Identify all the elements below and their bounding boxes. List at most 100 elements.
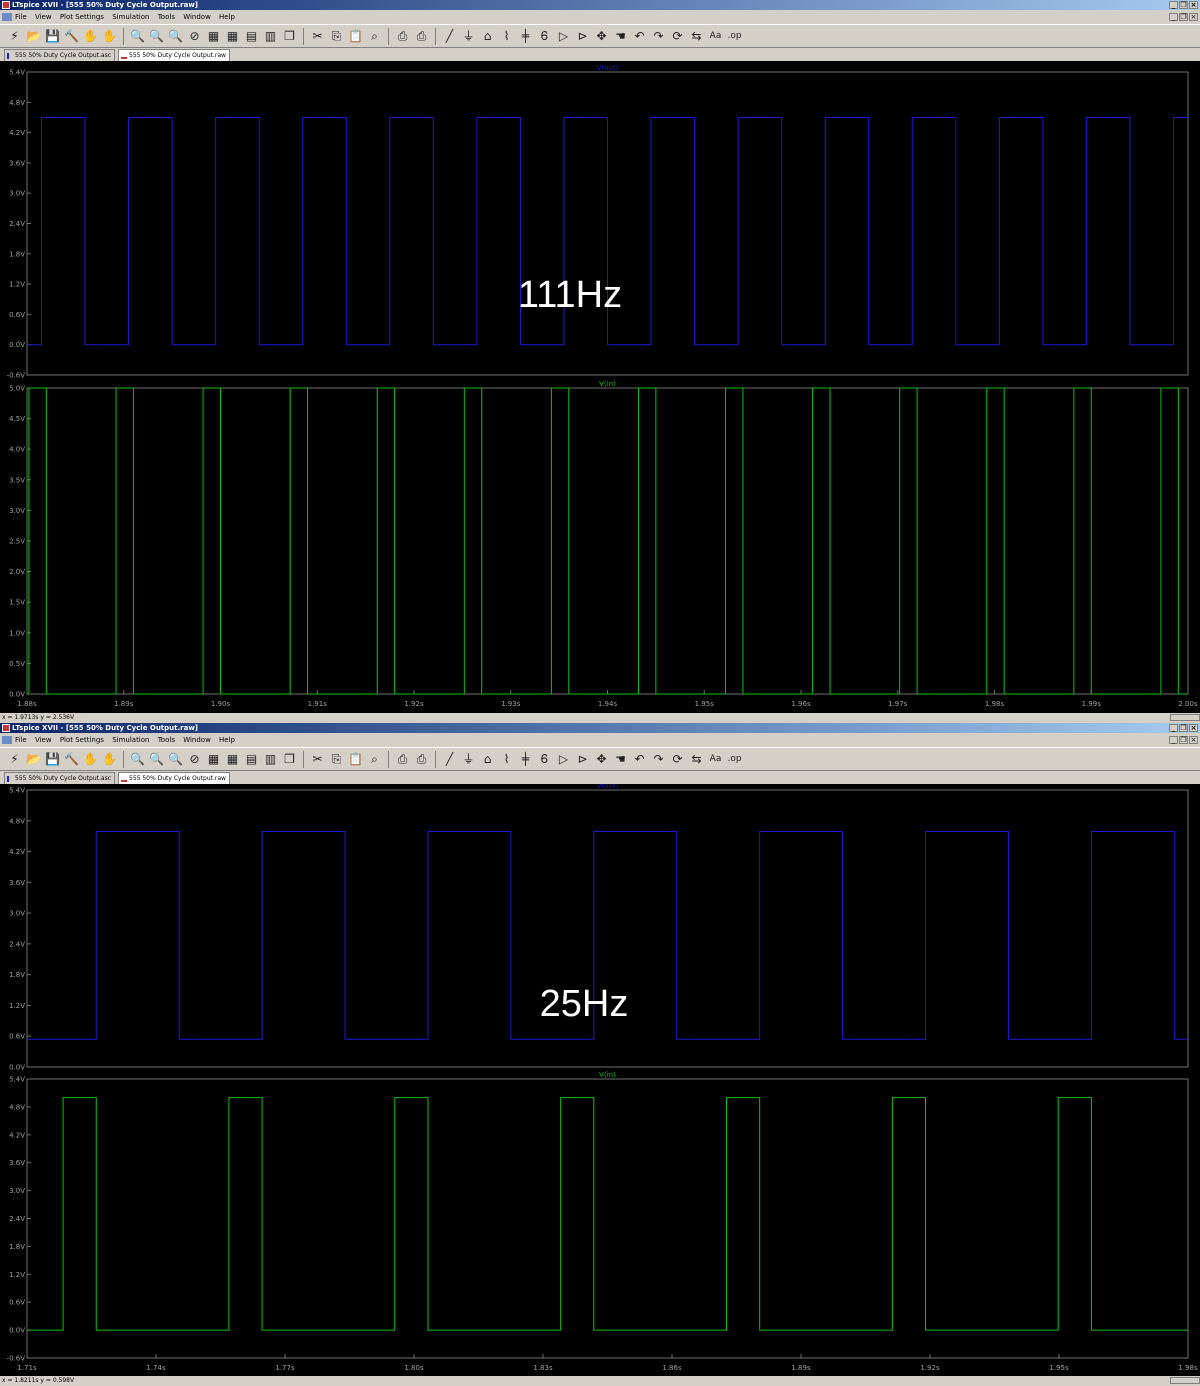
print-icon[interactable]: ⎙ bbox=[394, 28, 411, 45]
zoom-out-icon[interactable]: 🔍 bbox=[148, 751, 165, 768]
wire-icon[interactable]: ╱ bbox=[441, 28, 458, 45]
resistor-icon[interactable]: ⌇ bbox=[498, 751, 515, 768]
copy-icon[interactable]: ⎘ bbox=[328, 28, 345, 45]
spice-directive-icon[interactable]: .op bbox=[726, 751, 743, 768]
menu-simulation[interactable]: Simulation bbox=[112, 13, 149, 21]
find-icon[interactable]: ⌕ bbox=[366, 28, 383, 45]
ground-icon[interactable]: ⏚ bbox=[460, 28, 477, 45]
move-icon[interactable]: ✥ bbox=[593, 28, 610, 45]
autorange-icon[interactable]: ▦ bbox=[205, 751, 222, 768]
waveform-canvas[interactable]: 5.4V 4.8V 4.2V 3.6V 3.0V 2.4V 1.8V 1.2V 0.6V 0.0V… bbox=[0, 784, 1200, 1376]
capacitor-icon[interactable]: ╪ bbox=[517, 28, 534, 45]
restore-button[interactable]: ❐ bbox=[1179, 1, 1188, 9]
tab-waveform[interactable]: 555 50% Duty Cycle Output.raw bbox=[118, 49, 230, 61]
pan-icon[interactable]: ✋ bbox=[101, 28, 118, 45]
doc-close-button[interactable]: × bbox=[1189, 13, 1198, 21]
redo-icon[interactable]: ↷ bbox=[650, 751, 667, 768]
open-icon[interactable]: 📂 bbox=[25, 28, 42, 45]
tab-waveform[interactable]: 555 50% Duty Cycle Output.raw bbox=[118, 772, 230, 784]
tile-vertical-icon[interactable]: ▥ bbox=[262, 751, 279, 768]
menu-window[interactable]: Window bbox=[183, 736, 211, 744]
menu-help[interactable]: Help bbox=[219, 736, 235, 744]
cut-icon[interactable]: ✂ bbox=[309, 28, 326, 45]
copy-icon[interactable]: ⎘ bbox=[328, 751, 345, 768]
paste-icon[interactable]: 📋 bbox=[347, 28, 364, 45]
text-icon[interactable]: Aa bbox=[707, 751, 724, 768]
halt-icon[interactable]: ✋ bbox=[82, 751, 99, 768]
grid-icon[interactable]: ▦ bbox=[224, 28, 241, 45]
doc-close-button[interactable]: × bbox=[1189, 736, 1198, 744]
label-icon[interactable]: ⌂ bbox=[479, 28, 496, 45]
undo-icon[interactable]: ↶ bbox=[631, 751, 648, 768]
zoom-back-icon[interactable]: 🔍 bbox=[167, 28, 184, 45]
menu-file[interactable]: File bbox=[15, 13, 27, 21]
save-icon[interactable]: 💾 bbox=[44, 751, 61, 768]
open-icon[interactable]: 📂 bbox=[25, 751, 42, 768]
paste-icon[interactable]: 📋 bbox=[347, 751, 364, 768]
tile-horizontal-icon[interactable]: ▤ bbox=[243, 28, 260, 45]
minimize-button[interactable]: _ bbox=[1169, 1, 1178, 9]
cascade-icon[interactable]: ❐ bbox=[281, 751, 298, 768]
waveform-canvas[interactable]: 5.4V 4.8V 4.2V 3.6V 3.0V 2.4V 1.8V 1.2V 0.6V 0.0V… bbox=[0, 61, 1200, 713]
ground-icon[interactable]: ⏚ bbox=[460, 751, 477, 768]
menu-plot-settings[interactable]: Plot Settings bbox=[60, 13, 104, 21]
save-icon[interactable]: 💾 bbox=[44, 28, 61, 45]
zoom-out-icon[interactable]: 🔍 bbox=[148, 28, 165, 45]
move-icon[interactable]: ✥ bbox=[593, 751, 610, 768]
tab-schematic[interactable]: 555 50% Duty Cycle Output.asc bbox=[4, 772, 115, 784]
menu-tools[interactable]: Tools bbox=[158, 13, 175, 21]
doc-restore-button[interactable]: ❐ bbox=[1179, 13, 1188, 21]
print-icon[interactable]: ⎙ bbox=[394, 751, 411, 768]
pan-icon[interactable]: ✋ bbox=[101, 751, 118, 768]
zoom-in-icon[interactable]: 🔍 bbox=[129, 751, 146, 768]
spice-directive-icon[interactable]: .op bbox=[726, 28, 743, 45]
zoom-fit-icon[interactable]: ⊘ bbox=[186, 28, 203, 45]
menu-plot-settings[interactable]: Plot Settings bbox=[60, 736, 104, 744]
label-icon[interactable]: ⌂ bbox=[479, 751, 496, 768]
capacitor-icon[interactable]: ╪ bbox=[517, 751, 534, 768]
resistor-icon[interactable]: ⌇ bbox=[498, 28, 515, 45]
diode-icon[interactable]: ▷ bbox=[555, 751, 572, 768]
grid-icon[interactable]: ▦ bbox=[224, 751, 241, 768]
rotate-icon[interactable]: ⟳ bbox=[669, 751, 686, 768]
drag-icon[interactable]: ☚ bbox=[612, 28, 629, 45]
tab-schematic[interactable]: 555 50% Duty Cycle Output.asc bbox=[4, 49, 115, 61]
zoom-fit-icon[interactable]: ⊘ bbox=[186, 751, 203, 768]
menu-simulation[interactable]: Simulation bbox=[112, 736, 149, 744]
minimize-button[interactable]: _ bbox=[1169, 724, 1178, 732]
tile-vertical-icon[interactable]: ▥ bbox=[262, 28, 279, 45]
menu-tools[interactable]: Tools bbox=[158, 736, 175, 744]
zoom-back-icon[interactable]: 🔍 bbox=[167, 751, 184, 768]
menu-view[interactable]: View bbox=[35, 13, 52, 21]
mirror-icon[interactable]: ⇆ bbox=[688, 751, 705, 768]
drag-icon[interactable]: ☚ bbox=[612, 751, 629, 768]
tile-horizontal-icon[interactable]: ▤ bbox=[243, 751, 260, 768]
doc-minimize-button[interactable]: _ bbox=[1169, 736, 1178, 744]
mirror-icon[interactable]: ⇆ bbox=[688, 28, 705, 45]
close-button[interactable]: × bbox=[1189, 724, 1198, 732]
print-preview-icon[interactable]: ⎙ bbox=[413, 28, 430, 45]
find-icon[interactable]: ⌕ bbox=[366, 751, 383, 768]
control-panel-icon[interactable]: 🔨 bbox=[63, 28, 80, 45]
menu-file[interactable]: File bbox=[15, 736, 27, 744]
close-button[interactable]: × bbox=[1189, 1, 1198, 9]
diode-icon[interactable]: ▷ bbox=[555, 28, 572, 45]
cut-icon[interactable]: ✂ bbox=[309, 751, 326, 768]
waveform-viewer[interactable]: 5.4V 4.8V 4.2V 3.6V 3.0V 2.4V 1.8V 1.2V 0.6V 0.0V… bbox=[0, 784, 1200, 1376]
cascade-icon[interactable]: ❐ bbox=[281, 28, 298, 45]
menu-window[interactable]: Window bbox=[183, 13, 211, 21]
doc-restore-button[interactable]: ❐ bbox=[1179, 736, 1188, 744]
run-icon[interactable]: ⚡ bbox=[6, 751, 23, 768]
control-panel-icon[interactable]: 🔨 bbox=[63, 751, 80, 768]
restore-button[interactable]: ❐ bbox=[1179, 724, 1188, 732]
rotate-icon[interactable]: ⟳ bbox=[669, 28, 686, 45]
component-icon[interactable]: ⊳ bbox=[574, 751, 591, 768]
inductor-icon[interactable]: Ꮾ bbox=[536, 28, 553, 45]
undo-icon[interactable]: ↶ bbox=[631, 28, 648, 45]
menu-help[interactable]: Help bbox=[219, 13, 235, 21]
wire-icon[interactable]: ╱ bbox=[441, 751, 458, 768]
halt-icon[interactable]: ✋ bbox=[82, 28, 99, 45]
autorange-icon[interactable]: ▦ bbox=[205, 28, 222, 45]
redo-icon[interactable]: ↷ bbox=[650, 28, 667, 45]
inductor-icon[interactable]: Ꮾ bbox=[536, 751, 553, 768]
